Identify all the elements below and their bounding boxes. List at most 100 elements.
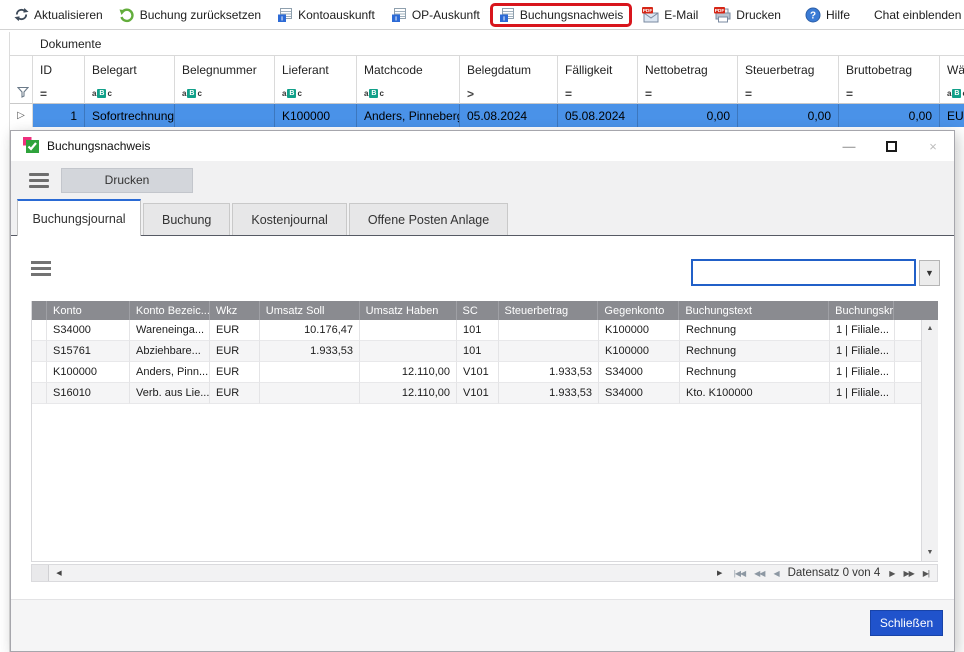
dialog-titlebar: Buchungsnachweis — ×: [11, 131, 954, 161]
column-header[interactable]: Lieferant: [275, 56, 357, 84]
column-header[interactable]: Konto: [47, 301, 130, 320]
close-icon[interactable]: ×: [912, 131, 954, 161]
account-info-label: Kontoauskunft: [298, 8, 375, 22]
column-header[interactable]: SC: [457, 301, 499, 320]
cell: 1.933,53: [499, 362, 599, 383]
refresh-button[interactable]: Aktualisieren: [6, 4, 111, 25]
filter-cell[interactable]: =: [638, 84, 738, 104]
abc-filter-icon: aBc: [947, 89, 964, 98]
help-icon: ?: [805, 7, 821, 23]
account-info-button[interactable]: i Kontoauskunft: [269, 4, 383, 26]
column-header[interactable]: ID: [33, 56, 85, 84]
svg-text:PDF: PDF: [643, 8, 653, 14]
table-row[interactable]: S16010 Verb. aus Lie... EUR 12.110,00 V1…: [32, 383, 938, 404]
filter-cell[interactable]: =: [33, 84, 85, 104]
cell: Rechnung: [680, 362, 830, 383]
minimize-icon[interactable]: —: [828, 131, 870, 161]
filter-cell[interactable]: aBc: [357, 84, 460, 104]
table-row[interactable]: S15761 Abziehbare... EUR 1.933,53 101 K1…: [32, 341, 938, 362]
tab-buchung[interactable]: Buchung: [143, 203, 230, 235]
booking-proof-button[interactable]: i Buchungsnachweis: [490, 3, 632, 27]
scroll-down-icon[interactable]: ▼: [922, 544, 938, 561]
op-info-button[interactable]: i OP-Auskunft: [383, 4, 488, 26]
close-dialog-button[interactable]: Schließen: [870, 610, 943, 636]
reset-booking-button[interactable]: Buchung zurücksetzen: [111, 4, 269, 26]
dialog-print-button[interactable]: Drucken: [61, 168, 193, 193]
tab-buchungsjournal[interactable]: Buchungsjournal: [17, 199, 141, 236]
column-header[interactable]: Belegnummer: [175, 56, 275, 84]
dialog-tabs: Buchungsjournal Buchung Kostenjournal Of…: [11, 199, 954, 236]
print-button[interactable]: PDF Drucken: [706, 4, 789, 26]
scroll-left-icon[interactable]: ◀: [49, 569, 69, 577]
column-header[interactable]: Buchungskr...: [829, 301, 894, 320]
column-header[interactable]: Wäh: [940, 56, 964, 84]
grid-menu-icon[interactable]: [31, 261, 51, 276]
column-header[interactable]: Steuerbetrag: [738, 56, 839, 84]
first-record-button[interactable]: |◀◀: [734, 569, 745, 578]
filter-cell[interactable]: [10, 84, 33, 104]
cell: [499, 320, 599, 341]
journal-grid: Konto Konto Bezeic... Wkz Umsatz Soll Um…: [31, 301, 938, 562]
record-pager: |◀◀ ◀◀ ◀ Datensatz 0 von 4 ▶ ▶▶ ▶|: [730, 567, 937, 579]
cell: K100000: [275, 104, 357, 127]
column-header: [10, 56, 33, 84]
scroll-up-icon[interactable]: ▲: [922, 320, 938, 337]
email-button[interactable]: PDF E-Mail: [634, 4, 706, 26]
greater-filter-icon: >: [467, 88, 474, 100]
column-header[interactable]: Wkz: [210, 301, 260, 320]
table-row[interactable]: S34000 Wareneinga... EUR 10.176,47 101 K…: [32, 320, 938, 341]
filter-cell[interactable]: aBc: [175, 84, 275, 104]
cell: 10.176,47: [260, 320, 360, 341]
cell: 1 | Filiale...: [830, 362, 895, 383]
menu-icon[interactable]: [29, 173, 49, 188]
ledger-icon: i: [499, 7, 515, 23]
cell: EUR: [940, 104, 964, 127]
equals-filter-icon: =: [40, 88, 47, 100]
filter-cell[interactable]: =: [738, 84, 839, 104]
column-header[interactable]: Bruttobetrag: [839, 56, 940, 84]
cell: [260, 362, 360, 383]
next-page-button[interactable]: ▶▶: [903, 569, 913, 578]
documents-tab[interactable]: Dokumente: [10, 32, 964, 56]
maximize-icon[interactable]: [870, 131, 912, 161]
document-row-selected[interactable]: ▷ 1 Sofortrechnung K100000 Anders, Pinne…: [10, 104, 964, 127]
filter-cell[interactable]: >: [460, 84, 558, 104]
prev-record-button[interactable]: ◀: [773, 569, 778, 578]
cell: [895, 383, 922, 404]
dialog-toolbar: Drucken: [11, 161, 954, 199]
svg-text:i: i: [281, 15, 283, 22]
column-header[interactable]: Belegart: [85, 56, 175, 84]
cell: Verb. aus Lie...: [130, 383, 210, 404]
search-input[interactable]: [691, 259, 916, 286]
search-dropdown-button[interactable]: ▼: [919, 260, 940, 286]
column-header[interactable]: Nettobetrag: [638, 56, 738, 84]
cell: 05.08.2024: [460, 104, 558, 127]
vertical-scrollbar[interactable]: ▲ ▼: [921, 320, 938, 561]
filter-cell[interactable]: aBc: [940, 84, 964, 104]
tab-offene-posten-anlage[interactable]: Offene Posten Anlage: [349, 203, 508, 235]
filter-cell[interactable]: aBc: [275, 84, 357, 104]
filter-cell[interactable]: =: [558, 84, 638, 104]
email-label: E-Mail: [664, 8, 698, 22]
column-header[interactable]: Gegenkonto: [598, 301, 679, 320]
filter-cell[interactable]: aBc: [85, 84, 175, 104]
column-header[interactable]: Belegdatum: [460, 56, 558, 84]
column-header[interactable]: Umsatz Soll: [260, 301, 360, 320]
help-button[interactable]: ? Hilfe: [797, 4, 858, 26]
scroll-right-icon[interactable]: ▶: [710, 569, 730, 577]
last-record-button[interactable]: ▶|: [923, 569, 929, 578]
table-row[interactable]: K100000 Anders, Pinn... EUR 12.110,00 V1…: [32, 362, 938, 383]
prev-page-button[interactable]: ◀◀: [754, 569, 764, 578]
cell: EUR: [210, 362, 260, 383]
column-header[interactable]: Fälligkeit: [558, 56, 638, 84]
column-header[interactable]: Buchungstext: [679, 301, 829, 320]
column-header[interactable]: Steuerbetrag: [499, 301, 599, 320]
column-header[interactable]: Konto Bezeic...: [130, 301, 210, 320]
column-header[interactable]: Matchcode: [357, 56, 460, 84]
tab-kostenjournal[interactable]: Kostenjournal: [232, 203, 346, 235]
cell: V101: [457, 383, 499, 404]
next-record-button[interactable]: ▶: [889, 569, 894, 578]
filter-cell[interactable]: =: [839, 84, 940, 104]
column-header[interactable]: Umsatz Haben: [360, 301, 457, 320]
cell: 1 | Filiale...: [830, 383, 895, 404]
